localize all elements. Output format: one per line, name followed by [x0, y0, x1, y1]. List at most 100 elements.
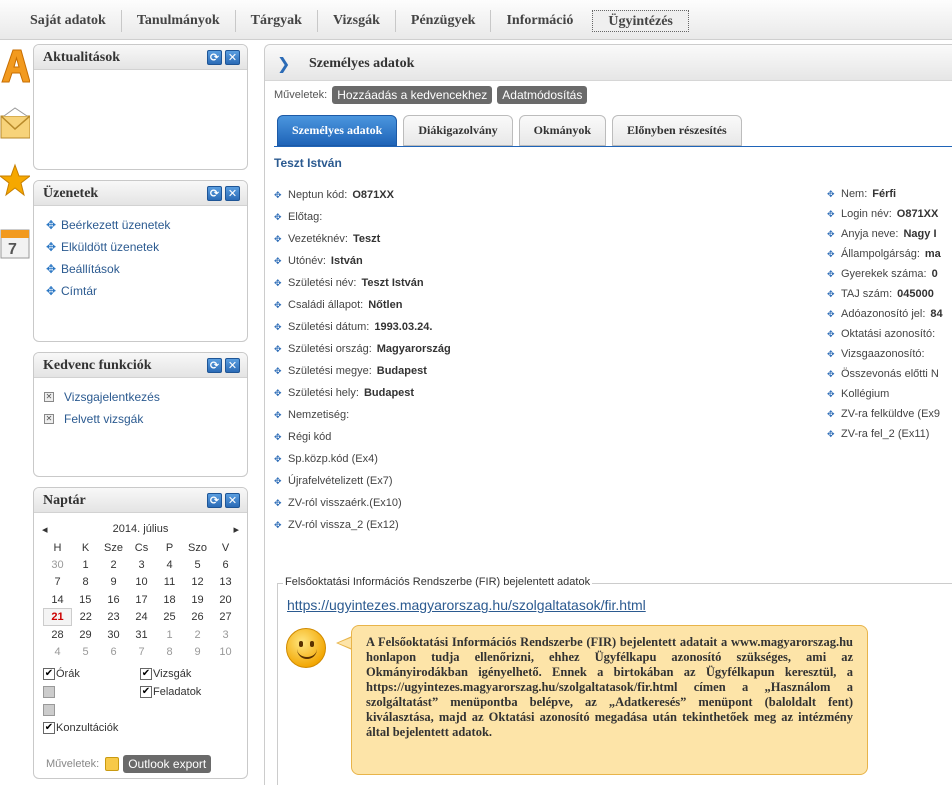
calendar-day[interactable]: 12 [184, 574, 212, 591]
calendar-day[interactable]: 27 [212, 609, 240, 626]
nav-targyak[interactable]: Tárgyak [236, 10, 318, 32]
close-icon[interactable]: ✕ [225, 358, 240, 373]
messages-icon[interactable] [0, 104, 31, 146]
link-vizsgajelentkezes[interactable]: ✕ Vizsgajelentkezés [44, 386, 247, 408]
close-icon[interactable]: ✕ [225, 186, 240, 201]
calendar-day-today[interactable]: 21 [43, 608, 72, 627]
calendar-day[interactable]: 4 [156, 556, 184, 573]
calendar-icon[interactable]: 7 [0, 224, 30, 266]
link-beallitasok[interactable]: ✥ Beállítások [46, 258, 247, 280]
calendar-day[interactable]: 7 [128, 643, 156, 660]
calendar-day[interactable]: 1 [72, 556, 100, 573]
calendar-day[interactable]: 4 [44, 643, 72, 660]
tab-diakigazolvany[interactable]: Diákigazolvány [403, 115, 513, 146]
calendar-prev-icon[interactable]: ◂ [42, 523, 48, 536]
filter-orak[interactable]: ✔ Órák [43, 668, 80, 680]
fir-link[interactable]: https://ugyintezes.magyarorszag.hu/szolg… [287, 597, 646, 613]
refresh-icon[interactable]: ⟳ [207, 358, 222, 373]
outlook-export-button[interactable]: Outlook export [123, 755, 212, 773]
checkbox-checked[interactable]: ✔ [43, 722, 55, 734]
refresh-icon[interactable]: ⟳ [207, 493, 222, 508]
calendar-day[interactable]: 18 [156, 591, 184, 608]
calendar-day[interactable]: 10 [128, 574, 156, 591]
tab-okmanyok[interactable]: Okmányok [518, 115, 607, 146]
calendar-day[interactable]: 7 [44, 574, 72, 591]
calendar-day[interactable]: 5 [184, 556, 212, 573]
nav-penzugyek[interactable]: Pénzügyek [396, 10, 492, 32]
tab-szemelyes-adatok[interactable]: Személyes adatok [277, 115, 398, 146]
checkbox-checked[interactable]: ✔ [43, 668, 55, 680]
field-szuletesi-orszag: ✥ Születési ország: Magyarország [274, 343, 451, 355]
favorites-star-icon[interactable] [0, 162, 32, 204]
field-zv-felkuldve: ✥ ZV-ra felküldve (Ex9 [827, 408, 945, 420]
calendar-day[interactable]: 30 [44, 556, 72, 573]
calendar-next-icon[interactable]: ▸ [233, 523, 239, 536]
calendar-day[interactable]: 29 [72, 626, 100, 643]
aktualitasok-icon[interactable] [0, 46, 31, 88]
panel-title: Kedvenc funkciók [43, 358, 152, 373]
calendar-day[interactable]: 5 [72, 643, 100, 660]
calendar-day[interactable]: 22 [72, 609, 100, 626]
tab-elonyben-reszesites[interactable]: Előnyben részesítés [612, 115, 742, 146]
calendar-day[interactable]: 24 [128, 609, 156, 626]
field-utonev: ✥ Utónév: István [274, 255, 363, 267]
nav-vizsgak[interactable]: Vizsgák [318, 10, 396, 32]
calendar-day[interactable]: 3 [212, 626, 240, 643]
calendar-day[interactable]: 20 [212, 591, 240, 608]
calendar-day[interactable]: 19 [184, 591, 212, 608]
calendar-day[interactable]: 10 [212, 643, 240, 660]
export-icon[interactable] [105, 757, 120, 771]
nav-ugyintezes[interactable]: Ügyintézés [592, 10, 689, 32]
calendar-day[interactable]: 2 [184, 626, 212, 643]
nav-informacio[interactable]: Információ [491, 10, 588, 32]
calendar-day[interactable]: 15 [72, 591, 100, 608]
nav-tanulmanyok[interactable]: Tanulmányok [122, 10, 236, 32]
checkbox-checked[interactable]: ✔ [140, 686, 152, 698]
calendar-day[interactable]: 9 [184, 643, 212, 660]
calendar-day[interactable]: 6 [212, 556, 240, 573]
calendar-day[interactable]: 13 [212, 574, 240, 591]
filter-feladatok[interactable]: ✔ Feladatok [140, 686, 201, 698]
calendar-day[interactable]: 9 [100, 574, 128, 591]
nav-sajat-adatok[interactable]: Saját adatok [15, 10, 122, 32]
close-icon[interactable]: ✕ [225, 493, 240, 508]
calendar-day[interactable]: 28 [44, 626, 72, 643]
filter-empty-1[interactable] [43, 686, 56, 698]
calendar-day[interactable]: 31 [128, 626, 156, 643]
calendar-day[interactable]: 8 [72, 574, 100, 591]
filter-empty-2[interactable] [43, 704, 56, 716]
link-beerkezett-uzenetek[interactable]: ✥ Beérkezett üzenetek [46, 214, 247, 236]
calendar-day[interactable]: 3 [128, 556, 156, 573]
checkbox-checked[interactable]: ✔ [140, 668, 152, 680]
remove-favorite-icon[interactable]: ✕ [44, 414, 54, 424]
link-cimtar[interactable]: ✥ Címtár [46, 280, 247, 302]
filter-vizsgak[interactable]: ✔ Vizsgák [140, 668, 191, 680]
calendar-day[interactable]: 6 [100, 643, 128, 660]
calendar-day[interactable]: 25 [156, 609, 184, 626]
calendar-day[interactable]: 11 [156, 574, 184, 591]
calendar-day[interactable]: 26 [184, 609, 212, 626]
checkbox-disabled[interactable] [43, 704, 55, 716]
calendar-day[interactable]: 14 [44, 591, 72, 608]
edit-data-button[interactable]: Adatmódosítás [497, 86, 588, 104]
refresh-icon[interactable]: ⟳ [207, 186, 222, 201]
calendar-day[interactable]: 2 [100, 556, 128, 573]
calendar-day[interactable]: 1 [156, 626, 184, 643]
calendar-day[interactable]: 8 [156, 643, 184, 660]
calendar-day[interactable]: 23 [100, 609, 128, 626]
main-header: ❯ Személyes adatok [265, 45, 952, 81]
refresh-icon[interactable]: ⟳ [207, 50, 222, 65]
filter-konzultaciok[interactable]: ✔ Konzultációk [43, 722, 118, 734]
checkbox-disabled[interactable] [43, 686, 55, 698]
calendar-day[interactable]: 17 [128, 591, 156, 608]
remove-favorite-icon[interactable]: ✕ [44, 392, 54, 402]
add-to-favorites-button[interactable]: Hozzáadás a kedvencekhez [332, 86, 493, 104]
field-szuletesi-megye: ✥ Születési megye: Budapest [274, 365, 427, 377]
link-felvett-vizsgak[interactable]: ✕ Felvett vizsgák [44, 408, 247, 430]
calendar-day[interactable]: 30 [100, 626, 128, 643]
field-bullet-icon: ✥ [274, 387, 282, 398]
close-icon[interactable]: ✕ [225, 50, 240, 65]
field-label: Login név: [841, 208, 892, 220]
calendar-day[interactable]: 16 [100, 591, 128, 608]
link-elkuldott-uzenetek[interactable]: ✥ Elküldött üzenetek [46, 236, 247, 258]
